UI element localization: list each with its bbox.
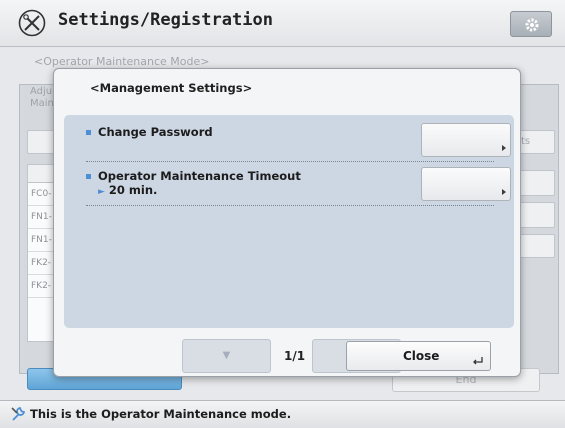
gear-icon bbox=[525, 18, 539, 32]
background-button bbox=[519, 170, 555, 196]
list-item: FK2- bbox=[28, 252, 54, 275]
breadcrumb: <Operator Maintenance Mode> bbox=[34, 55, 210, 68]
setting-row-timeout: Operator Maintenance Timeout ► 20 min. bbox=[86, 165, 511, 206]
triangle-right-icon bbox=[502, 145, 506, 151]
page-indicator: 1/1 bbox=[284, 349, 306, 363]
arrow-down-icon: ▼ bbox=[222, 350, 231, 361]
background-label: Main bbox=[30, 98, 54, 109]
background-button bbox=[519, 202, 555, 228]
list-item: FN1- bbox=[28, 206, 54, 229]
background-list: FC0- FN1- FN1- FK2- FK2- bbox=[27, 182, 55, 342]
title-bar: Settings/Registration bbox=[0, 0, 565, 47]
wrench-icon bbox=[11, 406, 26, 421]
status-bar: This is the Operator Maintenance mode. bbox=[0, 400, 565, 428]
setting-row-change-password: Change Password bbox=[86, 121, 511, 162]
timeout-button[interactable] bbox=[421, 167, 511, 201]
background-button: ts bbox=[518, 130, 555, 154]
bullet-icon bbox=[86, 174, 91, 179]
page-title: Settings/Registration bbox=[58, 10, 273, 30]
setting-label: Change Password bbox=[98, 125, 213, 139]
close-button-label: Close bbox=[403, 349, 440, 363]
arrow-right-icon: ► bbox=[98, 187, 105, 197]
background-button bbox=[519, 234, 555, 258]
status-message: This is the Operator Maintenance mode. bbox=[30, 407, 292, 421]
enter-icon bbox=[473, 357, 483, 365]
wrench-screwdriver-icon bbox=[18, 9, 46, 37]
triangle-right-icon bbox=[502, 189, 506, 195]
list-item: FN1- bbox=[28, 229, 54, 252]
background-label: Adju bbox=[30, 86, 53, 97]
setting-label: Operator Maintenance Timeout bbox=[98, 169, 301, 183]
dialog-body: Change Password Operator Maintenance Tim… bbox=[64, 115, 514, 373]
setting-value: ► 20 min. bbox=[98, 183, 158, 197]
dialog-title: <Management Settings> bbox=[90, 81, 253, 95]
bullet-icon bbox=[86, 130, 91, 135]
page-down-button[interactable]: ▼ bbox=[182, 339, 271, 373]
list-item: FC0- bbox=[28, 183, 54, 206]
close-button[interactable]: Close bbox=[346, 341, 491, 371]
management-settings-dialog: <Management Settings> Change Password Op… bbox=[53, 68, 521, 377]
change-password-button[interactable] bbox=[421, 123, 511, 157]
list-item: FK2- bbox=[28, 275, 54, 298]
gear-button[interactable] bbox=[510, 11, 552, 37]
